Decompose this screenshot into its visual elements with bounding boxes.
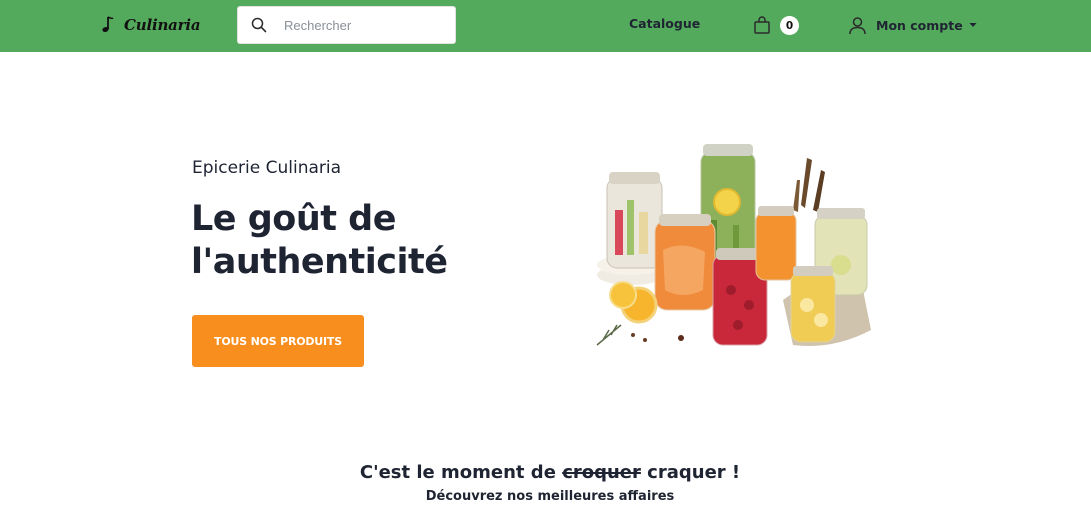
cart-button[interactable]: 0 (752, 13, 802, 37)
brand-name: Culinaria (124, 16, 201, 34)
promo-title-strike: croquer (562, 462, 641, 483)
promo-title-after: craquer ! (647, 462, 741, 483)
user-icon (849, 16, 866, 34)
hero-kicker: Epicerie Culinaria (192, 158, 342, 178)
brand-logo-link[interactable]: Culinaria (100, 13, 201, 37)
music-note-icon (102, 16, 114, 33)
search-input[interactable] (284, 7, 449, 43)
promo-subtitle: Découvrez nos meilleures affaires (425, 489, 675, 504)
promo-title: C'est le moment de croquer craquer ! (0, 462, 1091, 483)
hero-title: Le goût de l'authenticité (191, 199, 448, 282)
promo-title-before: C'est le moment de (359, 462, 556, 483)
all-products-button[interactable]: TOUS NOS PRODUITS (192, 315, 364, 367)
cart-count-badge: 0 (780, 16, 799, 35)
caret-down-icon (969, 23, 977, 27)
top-navbar: Culinaria Catalogue 0 Mon compte (0, 0, 1091, 52)
search-icon[interactable] (251, 17, 267, 33)
search-box (237, 6, 456, 44)
shopping-bag-icon (754, 16, 770, 34)
hero-jars-image (596, 144, 871, 346)
account-menu[interactable]: Mon compte (848, 13, 977, 37)
account-label: Mon compte (876, 17, 963, 33)
nav-link-catalogue[interactable]: Catalogue (629, 16, 700, 31)
